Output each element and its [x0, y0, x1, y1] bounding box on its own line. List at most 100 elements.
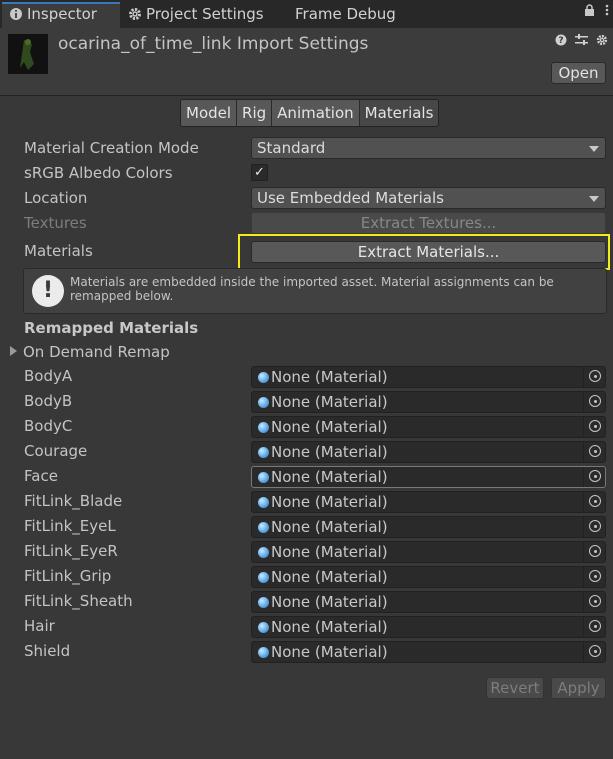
field-value: None (Material) [271, 618, 388, 636]
preset-sliders-icon[interactable] [574, 34, 588, 50]
textures-label: Textures [24, 214, 87, 232]
material-sphere-icon [258, 597, 269, 608]
header-icons: ? [551, 34, 608, 50]
kebab-menu-icon[interactable] [605, 4, 609, 20]
chevron-down-icon [589, 196, 599, 202]
material-object-field[interactable]: None (Material) [251, 591, 606, 613]
object-picker-icon[interactable] [583, 542, 605, 562]
object-picker-icon[interactable] [583, 492, 605, 512]
info-icon [10, 8, 22, 20]
material-sphere-icon [258, 522, 269, 533]
object-picker-icon[interactable] [583, 617, 605, 637]
object-picker-icon[interactable] [583, 642, 605, 662]
remap-label: FitLink_EyeL [24, 517, 116, 535]
material-object-field[interactable]: None (Material) [251, 566, 606, 588]
object-picker-icon[interactable] [583, 417, 605, 437]
object-picker-icon[interactable] [583, 367, 605, 387]
tab-inspector[interactable]: Inspector [2, 2, 120, 28]
material-sphere-icon [258, 622, 269, 633]
field-value: None (Material) [271, 368, 388, 386]
field-value: None (Material) [271, 443, 388, 461]
remap-label: BodyB [24, 392, 73, 410]
field-value: None (Material) [271, 493, 388, 511]
highlight-outline [238, 234, 610, 270]
on-demand-remap-foldout[interactable]: On Demand Remap [10, 343, 170, 361]
material-sphere-icon [258, 647, 269, 658]
material-object-field[interactable]: None (Material) [251, 541, 606, 563]
material-object-field[interactable]: None (Material) [251, 641, 606, 663]
object-picker-icon[interactable] [583, 517, 605, 537]
field-value: None (Material) [271, 568, 388, 586]
dropdown-value: Use Embedded Materials [257, 189, 444, 207]
inspector-header: ocarina_of_time_link Import Settings ? O… [0, 28, 613, 96]
remap-label: Courage [24, 442, 88, 460]
help-icon[interactable]: ? [555, 34, 567, 50]
apply-button[interactable]: Apply [551, 677, 606, 699]
svg-text:?: ? [558, 36, 563, 46]
field-value: None (Material) [271, 518, 388, 536]
helpbox-text: Materials are embedded inside the import… [70, 275, 554, 303]
asset-thumbnail [8, 34, 48, 74]
material-sphere-icon [258, 547, 269, 558]
revert-button[interactable]: Revert [486, 677, 544, 699]
material-object-field[interactable]: None (Material) [251, 366, 606, 388]
subtab-materials[interactable]: Materials [359, 100, 439, 126]
remap-label: Hair [24, 617, 55, 635]
material-object-field[interactable]: None (Material) [251, 616, 606, 638]
import-tabs: Model Rig Animation Materials [180, 99, 440, 127]
material-sphere-icon [258, 422, 269, 433]
object-picker-icon[interactable] [583, 467, 605, 487]
subtab-animation[interactable]: Animation [272, 100, 360, 126]
remap-label: FitLink_Blade [24, 492, 123, 510]
field-value: None (Material) [271, 418, 388, 436]
warning-icon: ! [32, 275, 64, 307]
field-value: None (Material) [271, 468, 388, 486]
tab-label: Inspector [27, 5, 97, 23]
lock-icon[interactable] [584, 4, 595, 20]
srgb-albedo-checkbox[interactable]: ✓ [251, 164, 268, 181]
remap-label: BodyA [24, 367, 73, 385]
subtab-rig[interactable]: Rig [237, 100, 273, 126]
field-value: None (Material) [271, 643, 388, 661]
material-object-field[interactable]: None (Material) [251, 441, 606, 463]
dropdown-value: Standard [257, 139, 326, 157]
field-value: None (Material) [271, 543, 388, 561]
material-creation-mode-label: Material Creation Mode [24, 139, 199, 157]
material-object-field[interactable]: None (Material) [251, 416, 606, 438]
material-sphere-icon [258, 447, 269, 458]
material-object-field[interactable]: None (Material) [251, 491, 606, 513]
settings-gear-icon[interactable] [596, 34, 608, 50]
foldout-arrow-icon [10, 346, 17, 356]
object-picker-icon[interactable] [583, 392, 605, 412]
material-creation-mode-dropdown[interactable]: Standard [251, 137, 606, 159]
info-helpbox: ! Materials are embedded inside the impo… [23, 268, 607, 314]
window-controls [578, 4, 609, 20]
object-picker-icon[interactable] [583, 592, 605, 612]
material-sphere-icon [258, 472, 269, 483]
object-picker-icon[interactable] [583, 567, 605, 587]
chevron-down-icon [589, 146, 599, 152]
open-button[interactable]: Open [551, 62, 606, 84]
material-sphere-icon [258, 397, 269, 408]
material-object-field[interactable]: None (Material) [251, 516, 606, 538]
material-sphere-icon [258, 497, 269, 508]
foldout-label: On Demand Remap [23, 343, 170, 361]
gear-icon [129, 8, 141, 20]
extract-textures-button[interactable]: Extract Textures... [251, 212, 606, 234]
object-picker-icon[interactable] [583, 442, 605, 462]
material-object-field[interactable]: None (Material) [251, 391, 606, 413]
remap-label: FitLink_Sheath [24, 592, 133, 610]
page-title: ocarina_of_time_link Import Settings [58, 34, 369, 54]
tab-frame-debug[interactable]: Frame Debug [295, 2, 396, 28]
subtab-model[interactable]: Model [181, 100, 238, 126]
field-value: None (Material) [271, 593, 388, 611]
material-object-field[interactable]: None (Material) [251, 466, 606, 488]
tab-label: Frame Debug [295, 5, 396, 23]
remap-label: Shield [24, 642, 71, 660]
tab-project-settings[interactable]: Project Settings [128, 2, 264, 28]
tab-label: Project Settings [146, 5, 264, 23]
window-tab-bar: Inspector Project Settings Frame Debug [0, 0, 613, 28]
location-dropdown[interactable]: Use Embedded Materials [251, 187, 606, 209]
field-value: None (Material) [271, 393, 388, 411]
remap-label: FitLink_Grip [24, 567, 112, 585]
